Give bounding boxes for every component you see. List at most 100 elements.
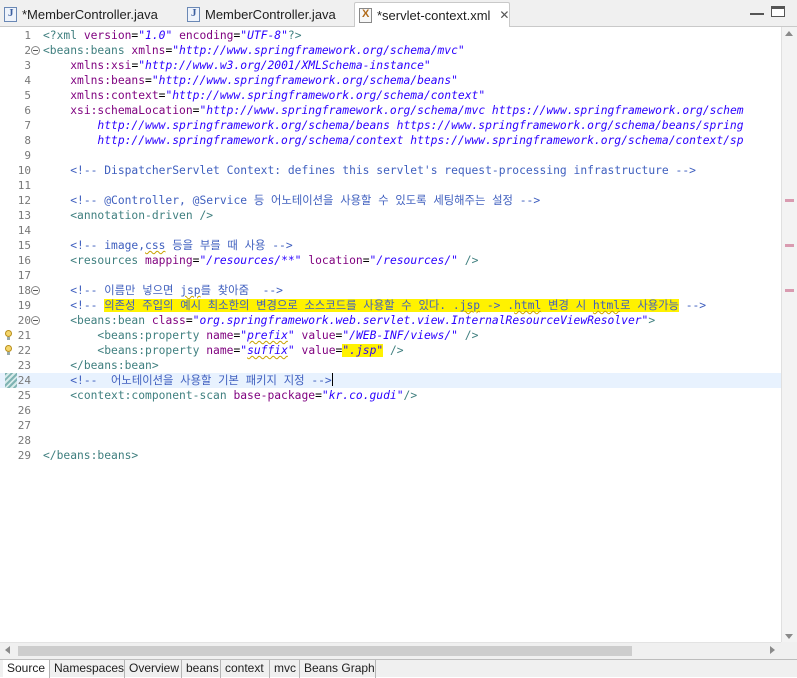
code-text[interactable]: <beans:property name="prefix" value="/WE…	[43, 328, 478, 343]
code-text[interactable]: <?xml version="1.0" encoding="UTF-8"?>	[43, 28, 302, 43]
code-text[interactable]: <!-- 의존성 주입의 예시 최소한의 변경으로 소스코드를 사용할 수 있다…	[43, 298, 706, 313]
code-token: "org.springframework.web.servlet.view.In…	[192, 314, 649, 327]
code-line[interactable]: 18 <!-- 이름만 넣으면 jsp를 찾아줌 -->	[0, 283, 781, 298]
line-number: 13	[17, 209, 31, 222]
code-line[interactable]: 13 <annotation-driven />	[0, 208, 781, 223]
horizontal-scrollbar[interactable]	[0, 642, 781, 659]
code-line[interactable]: 12 <!-- @Controller, @Service 등 어노테이션을 사…	[0, 193, 781, 208]
minimize-icon[interactable]	[750, 6, 764, 15]
code-token: xmlns:context	[70, 89, 159, 102]
xml-source-editor[interactable]: 1 <?xml version="1.0" encoding="UTF-8"?> 2…	[0, 27, 781, 646]
code-token: "1.0"	[138, 29, 173, 42]
code-text[interactable]: <!-- 이름만 넣으면 jsp를 찾아줌 -->	[43, 283, 283, 298]
ruler-annotation-mark[interactable]	[785, 289, 794, 292]
line-number: 17	[17, 269, 31, 282]
code-line[interactable]: 28	[0, 433, 781, 448]
code-token: version	[83, 29, 132, 42]
code-text[interactable]: <beans:bean class="org.springframework.w…	[43, 313, 655, 328]
code-token: jsp	[180, 284, 201, 297]
code-token: http://www.springframework.org/schema/co…	[43, 134, 744, 147]
code-line[interactable]: 25 <context:component-scan base-package=…	[0, 388, 781, 403]
code-text[interactable]: http://www.springframework.org/schema/co…	[43, 133, 744, 148]
code-line[interactable]: 17	[0, 268, 781, 283]
tab-namespaces[interactable]: Namespaces	[50, 660, 125, 678]
code-line[interactable]: 27	[0, 418, 781, 433]
overview-ruler[interactable]	[781, 27, 797, 646]
code-line[interactable]: 19 <!-- 의존성 주입의 예시 최소한의 변경으로 소스코드를 사용할 수…	[0, 298, 781, 313]
tab-beans-graph[interactable]: Beans Graph	[300, 660, 376, 678]
code-text[interactable]: xmlns:xsi="http://www.w3.org/2001/XMLSch…	[43, 58, 431, 73]
code-line[interactable]: 3 xmlns:xsi="http://www.w3.org/2001/XMLS…	[0, 58, 781, 73]
xml-file-icon	[359, 7, 372, 23]
tab-beans[interactable]: beans	[182, 660, 221, 678]
ruler-annotation-mark[interactable]	[785, 244, 794, 247]
code-text[interactable]: <beans:property name="suffix" value=".js…	[43, 343, 404, 358]
code-line[interactable]: 22 <beans:property name="suffix" value="…	[0, 343, 781, 358]
code-line[interactable]: 29 </beans:beans>	[0, 448, 781, 463]
horizontal-scroll-thumb[interactable]	[18, 646, 632, 656]
tab-overview[interactable]: Overview	[125, 660, 182, 678]
code-text[interactable]: <resources mapping = "/resources/**" locat…	[43, 253, 478, 268]
code-line[interactable]: 24 <!-- 어노테이션을 사용할 기본 패키지 지정 -->	[0, 373, 781, 388]
fold-toggle-icon[interactable]	[31, 286, 40, 295]
maximize-icon[interactable]	[771, 6, 785, 17]
code-text[interactable]: http://www.springframework.org/schema/be…	[43, 118, 743, 133]
code-line[interactable]: 1 <?xml version="1.0" encoding="UTF-8"?>	[0, 28, 781, 43]
tab-source[interactable]: Source	[3, 660, 50, 678]
code-line[interactable]: 7 http://www.springframework.org/schema/…	[0, 118, 781, 133]
code-text[interactable]: xmlns:beans="http://www.springframework.…	[43, 73, 458, 88]
tab-servlet-context[interactable]: *servlet-context.xml ✕	[354, 2, 510, 27]
code-text[interactable]: </beans:beans>	[43, 448, 138, 463]
line-number: 5	[24, 89, 31, 102]
code-text[interactable]: <!-- @Controller, @Service 등 어노테이션을 사용할 …	[43, 193, 540, 208]
text-cursor	[331, 373, 333, 386]
ruler-annotation-mark[interactable]	[785, 199, 794, 202]
code-text[interactable]: <!-- image,css 등을 부를 때 사용 -->	[43, 238, 292, 253]
code-line[interactable]: 26	[0, 403, 781, 418]
code-text[interactable]: <!-- DispatcherServlet Context: defines …	[43, 163, 696, 178]
code-text[interactable]: xsi:schemaLocation="http://www.springfra…	[43, 103, 743, 118]
code-text[interactable]: <context:component-scan base-package="kr…	[43, 388, 417, 403]
tab-mvc[interactable]: mvc	[270, 660, 300, 678]
code-text[interactable]: <!-- 어노테이션을 사용할 기본 패키지 지정 -->	[43, 373, 333, 388]
close-icon[interactable]: ✕	[499, 8, 509, 22]
code-token: <beans:property	[97, 344, 207, 357]
code-line[interactable]: 6 xsi:schemaLocation="http://www.springf…	[0, 103, 781, 118]
code-token: />	[457, 254, 479, 267]
code-line[interactable]: 23 </beans:bean>	[0, 358, 781, 373]
fold-toggle-icon[interactable]	[31, 316, 40, 325]
code-line[interactable]: 11	[0, 178, 781, 193]
code-line[interactable]: 8 http://www.springframework.org/schema/…	[0, 133, 781, 148]
code-text[interactable]: <annotation-driven />	[43, 208, 213, 223]
code-line[interactable]: 14	[0, 223, 781, 238]
code-line[interactable]: 16 <resources mapping = "/resources/**" lo…	[0, 253, 781, 268]
code-token: <!-- @Controller, @Service 등 어노테이션을 사용할 …	[70, 194, 541, 207]
code-line[interactable]: 10 <!-- DispatcherServlet Context: defin…	[0, 163, 781, 178]
code-text[interactable]: </beans:bean>	[43, 358, 158, 373]
line-number: 7	[24, 119, 31, 132]
line-number: 14	[17, 224, 31, 237]
scroll-right-icon[interactable]	[770, 646, 775, 654]
code-token: =	[315, 389, 322, 402]
code-line[interactable]: 21 <beans:property name="prefix" value="…	[0, 328, 781, 343]
scroll-left-icon[interactable]	[5, 646, 10, 654]
tab-member-controller-modified[interactable]: *MemberController.java	[0, 2, 170, 27]
tab-member-controller[interactable]: MemberController.java	[183, 2, 348, 27]
code-token: 의존성 주입의 예시 최소한의 변경으로 소스코드를 사용할 수 있다. .	[104, 299, 460, 312]
code-text[interactable]: <beans:beans xmlns="http://www.springfra…	[43, 43, 465, 58]
code-line[interactable]: 4 xmlns:beans="http://www.springframewor…	[0, 73, 781, 88]
tab-context[interactable]: context	[221, 660, 270, 678]
code-line[interactable]: 20 <beans:bean class="org.springframewor…	[0, 313, 781, 328]
code-line[interactable]: 15 <!-- image,css 등을 부를 때 사용 -->	[0, 238, 781, 253]
code-line[interactable]: 9	[0, 148, 781, 163]
fold-toggle-icon[interactable]	[31, 46, 40, 55]
code-text[interactable]: xmlns:context="http://www.springframewor…	[43, 88, 485, 103]
code-line[interactable]: 5 xmlns:context="http://www.springframew…	[0, 88, 781, 103]
line-number: 6	[24, 104, 31, 117]
code-line[interactable]: 2 <beans:beans xmlns="http://www.springfr…	[0, 43, 781, 58]
scroll-up-icon[interactable]	[785, 31, 793, 36]
scroll-down-icon[interactable]	[785, 634, 793, 639]
